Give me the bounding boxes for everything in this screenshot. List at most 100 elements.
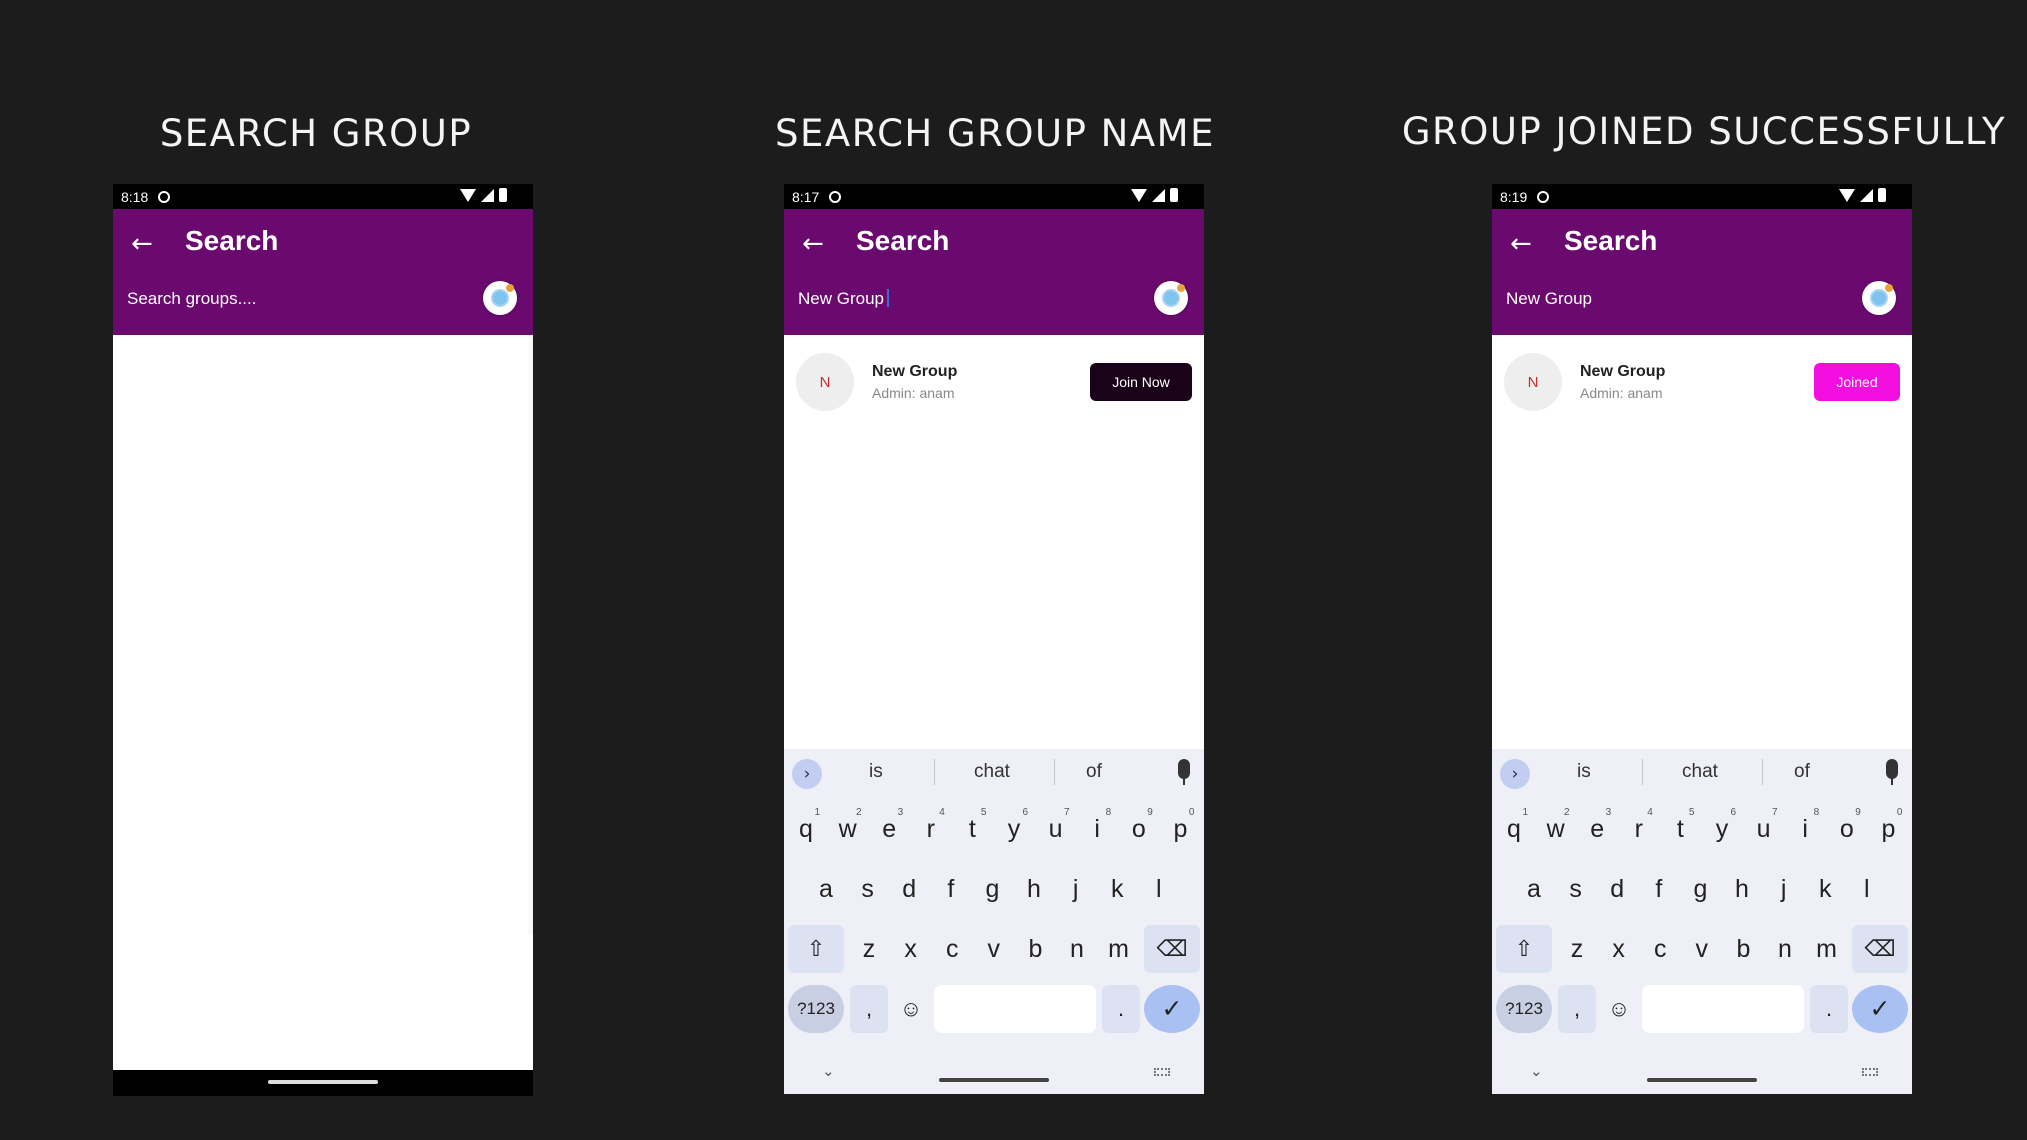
num-key[interactable]: ?123 — [1496, 985, 1552, 1033]
key-g[interactable]: g — [1681, 865, 1719, 913]
key-w[interactable]: w2 — [829, 805, 867, 853]
key-c[interactable]: c — [933, 925, 971, 973]
key-k[interactable]: k — [1098, 865, 1136, 913]
keyboard-switch-icon[interactable] — [1154, 1068, 1170, 1076]
shift-icon[interactable]: ⇧ — [788, 925, 844, 973]
key-u[interactable]: u7 — [1745, 805, 1783, 853]
suggestion-0[interactable]: is — [1577, 761, 1591, 783]
suggestion-2[interactable]: of — [1794, 761, 1810, 783]
key-e[interactable]: e3 — [1578, 805, 1616, 853]
key-a[interactable]: a — [1515, 865, 1553, 913]
backspace-icon[interactable]: ⌫ — [1144, 925, 1200, 973]
backspace-icon[interactable]: ⌫ — [1852, 925, 1908, 973]
key-j[interactable]: j — [1057, 865, 1095, 913]
key-d[interactable]: d — [890, 865, 928, 913]
search-input[interactable]: New Group — [1506, 289, 1592, 309]
key-j[interactable]: j — [1765, 865, 1803, 913]
key-q[interactable]: q1 — [1495, 805, 1533, 853]
key-f[interactable]: f — [1640, 865, 1678, 913]
key-s[interactable]: s — [1557, 865, 1595, 913]
checkmark-icon[interactable]: ✓ — [1852, 985, 1908, 1033]
emoji-icon[interactable]: ☺ — [892, 985, 930, 1033]
key-o[interactable]: o9 — [1120, 805, 1158, 853]
key-d[interactable]: d — [1598, 865, 1636, 913]
key-i[interactable]: i8 — [1078, 805, 1116, 853]
key-r[interactable]: r4 — [1620, 805, 1658, 853]
shift-icon[interactable]: ⇧ — [1496, 925, 1552, 973]
app-bar: ← Search New Group — [1492, 209, 1912, 335]
search-button[interactable] — [1862, 281, 1896, 315]
keyboard-hide-icon[interactable]: ⌄ — [1530, 1062, 1543, 1080]
key-u[interactable]: u7 — [1037, 805, 1075, 853]
key-e[interactable]: e3 — [870, 805, 908, 853]
key-b[interactable]: b — [1016, 925, 1054, 973]
key-period[interactable]: . — [1810, 985, 1848, 1033]
space-key[interactable] — [1642, 985, 1804, 1033]
back-arrow-icon[interactable]: ← — [1510, 229, 1532, 259]
key-t[interactable]: t5 — [953, 805, 991, 853]
search-button[interactable] — [483, 281, 517, 315]
key-p[interactable]: p0 — [1869, 805, 1907, 853]
search-input[interactable]: Search groups.... — [127, 289, 256, 309]
key-n[interactable]: n — [1058, 925, 1096, 973]
home-handle[interactable] — [939, 1078, 1049, 1082]
microphone-icon[interactable] — [1886, 759, 1898, 785]
key-comma[interactable]: , — [850, 985, 888, 1033]
key-z[interactable]: z — [1558, 925, 1596, 973]
back-arrow-icon[interactable]: ← — [802, 229, 824, 259]
key-y[interactable]: y6 — [1703, 805, 1741, 853]
space-key[interactable] — [934, 985, 1096, 1033]
key-y[interactable]: y6 — [995, 805, 1033, 853]
key-v[interactable]: v — [1683, 925, 1721, 973]
suggestion-2[interactable]: of — [1086, 761, 1102, 783]
key-a[interactable]: a — [807, 865, 845, 913]
key-g[interactable]: g — [973, 865, 1011, 913]
home-handle[interactable] — [1647, 1078, 1757, 1082]
num-key[interactable]: ?123 — [788, 985, 844, 1033]
key-v[interactable]: v — [975, 925, 1013, 973]
key-w[interactable]: w2 — [1537, 805, 1575, 853]
emoji-icon[interactable]: ☺ — [1600, 985, 1638, 1033]
list-item[interactable]: N New Group Admin: anam Join Now — [784, 335, 1204, 429]
key-z[interactable]: z — [850, 925, 888, 973]
key-c[interactable]: c — [1641, 925, 1679, 973]
key-f[interactable]: f — [932, 865, 970, 913]
key-period[interactable]: . — [1102, 985, 1140, 1033]
key-m[interactable]: m — [1808, 925, 1846, 973]
checkmark-icon[interactable]: ✓ — [1144, 985, 1200, 1033]
back-arrow-icon[interactable]: ← — [131, 229, 153, 259]
key-p[interactable]: p0 — [1161, 805, 1199, 853]
key-h[interactable]: h — [1723, 865, 1761, 913]
key-i[interactable]: i8 — [1786, 805, 1824, 853]
join-now-button[interactable]: Join Now — [1090, 363, 1192, 401]
key-l[interactable]: l — [1140, 865, 1178, 913]
suggestion-0[interactable]: is — [869, 761, 883, 783]
keyboard-switch-icon[interactable] — [1862, 1068, 1878, 1076]
key-t[interactable]: t5 — [1661, 805, 1699, 853]
key-comma[interactable]: , — [1558, 985, 1596, 1033]
keyboard-hide-icon[interactable]: ⌄ — [822, 1062, 835, 1080]
search-button[interactable] — [1154, 281, 1188, 315]
expand-arrow-icon[interactable]: › — [792, 759, 822, 789]
search-input[interactable]: New Group — [798, 289, 889, 309]
joined-button[interactable]: Joined — [1814, 363, 1900, 401]
key-x[interactable]: x — [892, 925, 930, 973]
search-magnifier-icon — [1870, 289, 1888, 307]
key-s[interactable]: s — [849, 865, 887, 913]
key-l[interactable]: l — [1848, 865, 1886, 913]
key-n[interactable]: n — [1766, 925, 1804, 973]
key-b[interactable]: b — [1724, 925, 1762, 973]
microphone-icon[interactable] — [1178, 759, 1190, 785]
key-r[interactable]: r4 — [912, 805, 950, 853]
expand-arrow-icon[interactable]: › — [1500, 759, 1530, 789]
suggestion-1[interactable]: chat — [974, 761, 1010, 783]
key-m[interactable]: m — [1100, 925, 1138, 973]
key-x[interactable]: x — [1600, 925, 1638, 973]
key-k[interactable]: k — [1806, 865, 1844, 913]
home-handle[interactable] — [268, 1080, 378, 1084]
list-item[interactable]: N New Group Admin: anam Joined — [1492, 335, 1912, 429]
key-o[interactable]: o9 — [1828, 805, 1866, 853]
suggestion-1[interactable]: chat — [1682, 761, 1718, 783]
key-h[interactable]: h — [1015, 865, 1053, 913]
key-q[interactable]: q1 — [787, 805, 825, 853]
